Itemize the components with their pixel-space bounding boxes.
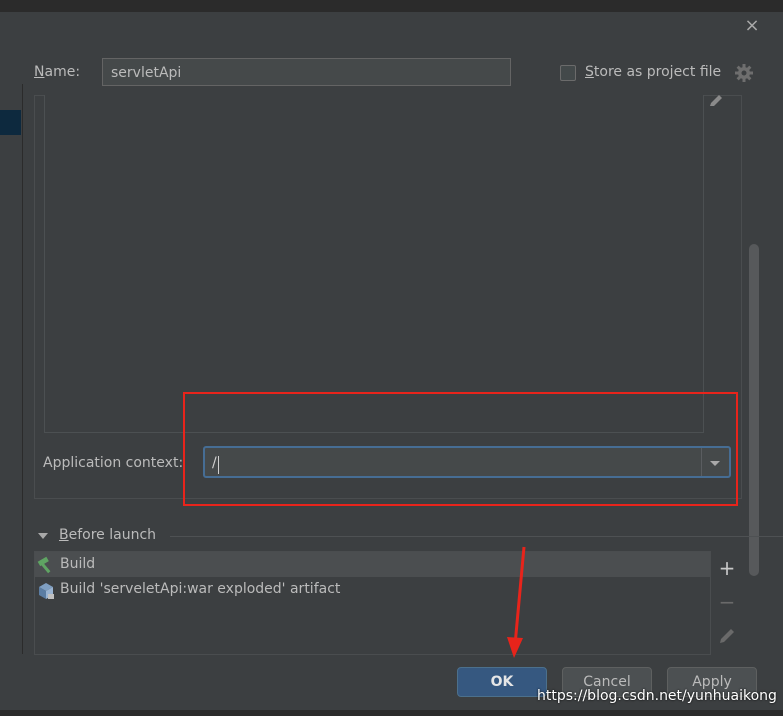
annotation-highlight-box: [183, 392, 738, 506]
configuration-tree[interactable]: [0, 84, 23, 654]
status-strip: [0, 710, 783, 716]
close-icon[interactable]: ×: [744, 15, 759, 36]
store-as-project-file-label[interactable]: Store as project file: [585, 64, 721, 80]
configuration-tree-selected-item[interactable]: [0, 110, 21, 135]
ok-button[interactable]: OK: [457, 667, 547, 697]
gear-icon[interactable]: [734, 63, 754, 83]
before-launch-title[interactable]: Before launch: [59, 527, 156, 543]
add-task-button[interactable]: +: [716, 557, 738, 579]
name-input[interactable]: servletApi: [102, 58, 511, 86]
name-label: Name:: [34, 64, 81, 80]
artifact-icon: [39, 583, 54, 599]
application-context-label: Application context:: [43, 455, 184, 471]
collapse-arrow-icon[interactable]: [37, 531, 49, 541]
watermark: https://blog.csdn.net/yunhuaikong: [537, 688, 777, 704]
remove-task-button[interactable]: −: [716, 591, 738, 613]
task-label-build-artifact[interactable]: Build 'serveletApi:war exploded' artifac…: [60, 581, 340, 597]
store-as-project-file-checkbox[interactable]: [560, 65, 576, 81]
artifact-list-area[interactable]: [44, 95, 704, 433]
task-label-build[interactable]: Build: [60, 556, 95, 572]
scrollbar-thumb[interactable]: [749, 244, 759, 576]
pencil-icon[interactable]: [707, 94, 725, 108]
close-button[interactable]: ×: [742, 16, 762, 36]
annotation-arrow: [507, 546, 526, 658]
edit-task-pencil-icon[interactable]: [716, 625, 738, 647]
task-row-selected[interactable]: [35, 552, 710, 577]
hammer-icon: [37, 556, 51, 574]
before-launch-separator: [170, 536, 783, 537]
window-titlebar: [0, 0, 783, 12]
